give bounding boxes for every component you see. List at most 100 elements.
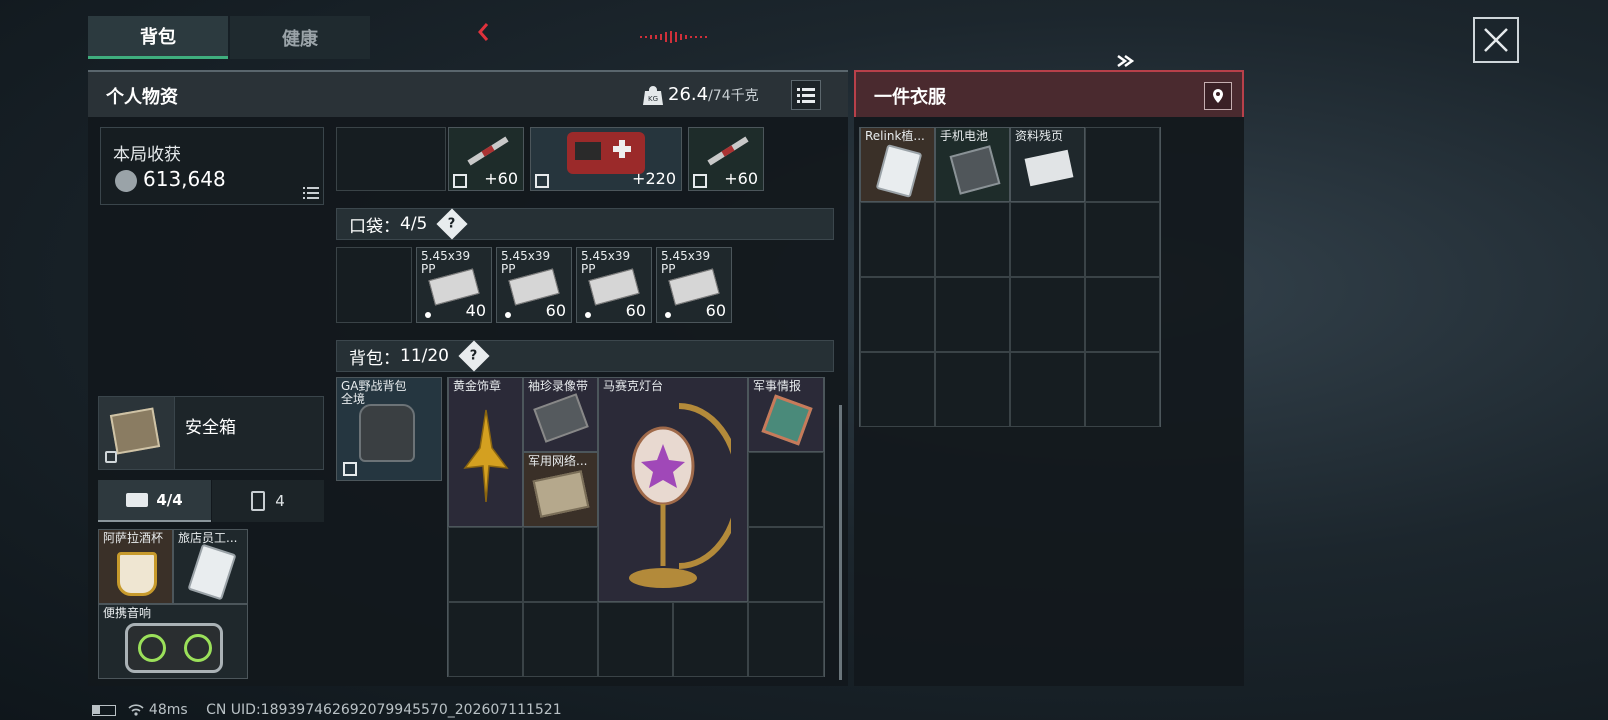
grid-cell[interactable]	[598, 602, 673, 677]
pocket-slot-empty[interactable]	[336, 247, 412, 323]
military-intel-item[interactable]: 军事情报	[748, 377, 824, 452]
relink-item[interactable]: Relink植...	[860, 127, 935, 202]
equipped-backpack-slot[interactable]: GA野战背包 全境	[336, 377, 442, 481]
chevron-double-icon	[1115, 52, 1137, 72]
ammo-item[interactable]: 5.45x39 PP 60	[576, 247, 652, 323]
ammo-item[interactable]: 5.45x39 PP 60	[656, 247, 732, 323]
injector-item[interactable]: +60	[688, 127, 764, 191]
signal-wave-icon	[640, 28, 710, 43]
portable-speaker-item[interactable]: 便携音响	[98, 604, 248, 679]
safe-box-slot[interactable]	[99, 397, 175, 469]
pocket-section-header: 口袋： 4/5 ?	[336, 208, 834, 240]
safe-box-label: 安全箱	[185, 418, 236, 438]
injector-item[interactable]: +60	[448, 127, 524, 191]
grid-cell[interactable]	[1085, 277, 1160, 352]
clothing-header: 一件衣服	[854, 70, 1244, 117]
no-tag-icon	[693, 174, 707, 188]
weight-icon: KG	[642, 84, 664, 106]
camera-band-item[interactable]: 袖珍录像带	[523, 377, 598, 452]
close-icon	[1484, 28, 1508, 52]
medkit-item[interactable]: +220	[530, 127, 682, 191]
grid-cell[interactable]	[748, 602, 824, 677]
phone-battery-label: 手机电池	[940, 129, 989, 143]
mosaic-lamp-label: 马赛克灯台	[603, 379, 664, 393]
help-icon[interactable]: ?	[436, 208, 468, 240]
syringe-icon	[463, 136, 513, 166]
military-network-item[interactable]: 军用网络...	[523, 452, 598, 527]
location-pin-icon	[1213, 89, 1223, 103]
grid-cell[interactable]	[748, 527, 824, 602]
grid-cell[interactable]	[1085, 352, 1160, 427]
no-tag-icon	[535, 174, 549, 188]
subtab-case[interactable]: 4/4	[98, 480, 211, 522]
subtab-items[interactable]: 4	[212, 480, 324, 522]
grid-cell[interactable]	[673, 602, 748, 677]
back-arrow-icon[interactable]	[476, 22, 490, 42]
weight-current: 26.4	[668, 84, 709, 105]
asara-cup-label: 阿萨拉酒杯	[103, 531, 164, 545]
gold-badge-icon	[463, 408, 509, 504]
asara-cup-item[interactable]: 阿萨拉酒杯	[98, 529, 173, 604]
dot-icon	[585, 312, 591, 318]
mosaic-lamp-item[interactable]: 马赛克灯台	[598, 377, 748, 602]
dot-icon	[665, 312, 671, 318]
lock-icon	[105, 451, 117, 463]
help-icon[interactable]: ?	[458, 340, 490, 372]
gold-badge-item[interactable]: 黄金饰章	[448, 377, 523, 527]
card-icon	[187, 543, 237, 601]
coin-icon	[115, 170, 137, 192]
grid-cell[interactable]	[1085, 127, 1160, 202]
intel-map-icon	[761, 394, 813, 446]
grid-cell[interactable]	[935, 202, 1010, 277]
tab-backpack[interactable]: 背包	[88, 16, 228, 59]
svg-text:KG: KG	[648, 95, 658, 103]
grid-cell[interactable]	[523, 602, 598, 677]
dot-icon	[425, 312, 431, 318]
wifi-icon	[128, 704, 145, 716]
syringe-icon	[703, 136, 753, 166]
grid-cell[interactable]	[935, 277, 1010, 352]
panel-title: 个人物资	[106, 87, 178, 108]
relink-card-icon	[875, 144, 923, 198]
tab-health[interactable]: 健康	[230, 16, 370, 59]
grid-cell[interactable]	[1010, 202, 1085, 277]
canister-icon	[251, 491, 266, 511]
grid-cell[interactable]	[1085, 202, 1160, 277]
grid-cell[interactable]	[1010, 352, 1085, 427]
backpack-section-header: 背包： 11/20 ?	[336, 340, 834, 372]
item-count: +220	[632, 169, 676, 188]
earnings-box: 本局收获 613,648	[100, 127, 324, 205]
hotel-card-item[interactable]: 旅店员工...	[173, 529, 248, 604]
ammo-item[interactable]: 5.45x39 PP 60	[496, 247, 572, 323]
item-count: 60	[705, 301, 726, 320]
grid-cell[interactable]	[448, 602, 523, 677]
gold-badge-label: 黄金饰章	[453, 379, 502, 393]
grid-cell[interactable]	[523, 527, 598, 602]
earnings-list-icon[interactable]	[303, 184, 319, 203]
battery-icon	[949, 145, 1001, 195]
portable-speaker-label: 便携音响	[103, 606, 152, 620]
grid-cell[interactable]	[448, 527, 523, 602]
no-tag-icon	[453, 174, 467, 188]
pocket-label: 口袋：	[349, 216, 400, 237]
grid-cell[interactable]	[1010, 277, 1085, 352]
grid-cell[interactable]	[748, 452, 824, 527]
battery-status-icon	[92, 704, 116, 716]
item-count: 40	[465, 301, 486, 320]
item-count: 60	[545, 301, 566, 320]
military-network-label: 军用网络...	[528, 454, 588, 468]
hotel-card-label: 旅店员工...	[178, 531, 238, 545]
location-pin-button[interactable]	[1204, 82, 1232, 110]
toolbox-icon	[126, 493, 149, 507]
grid-cell[interactable]	[860, 202, 935, 277]
grid-cell[interactable]	[860, 277, 935, 352]
document-page-item[interactable]: 资料残页	[1010, 127, 1085, 202]
phone-battery-item[interactable]: 手机电池	[935, 127, 1010, 202]
grid-cell[interactable]	[860, 352, 935, 427]
slot-empty[interactable]	[336, 127, 446, 191]
ammo-item[interactable]: 5.45x39 PP 40	[416, 247, 492, 323]
sort-list-button[interactable]	[791, 80, 821, 110]
grid-cell[interactable]	[935, 352, 1010, 427]
close-button[interactable]	[1473, 17, 1519, 63]
inventory-scrollbar[interactable]	[839, 405, 842, 680]
